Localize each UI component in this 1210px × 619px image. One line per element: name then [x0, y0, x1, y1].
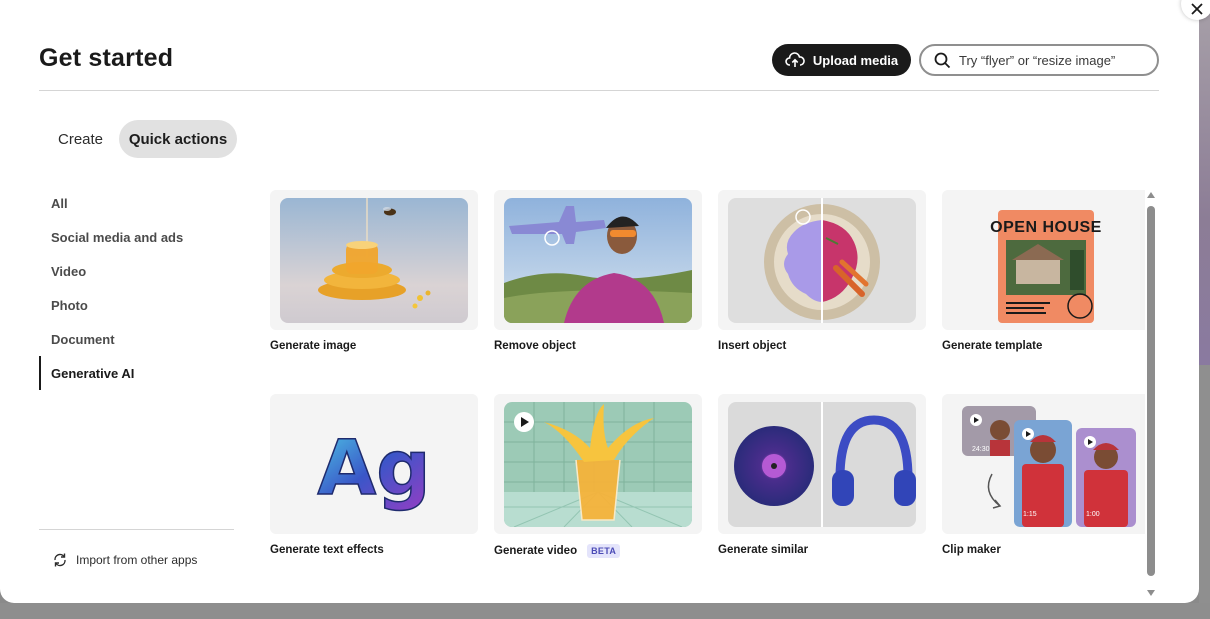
- card-label: Remove object: [494, 340, 576, 352]
- open-house-poster-image: OPEN HOUSE: [952, 198, 1140, 323]
- search-input[interactable]: [959, 52, 1139, 68]
- tab-quick-actions[interactable]: Quick actions: [119, 120, 237, 158]
- background-strip: [1199, 365, 1210, 619]
- card-label: Generate video: [494, 545, 578, 557]
- honey-jar-image: [280, 198, 468, 323]
- search-field[interactable]: [919, 44, 1159, 76]
- card-label: Generate template: [942, 340, 1043, 352]
- card-thumbnail: [718, 394, 926, 534]
- juice-splash-image: [504, 402, 692, 527]
- card-generate-template[interactable]: OPEN HOUSE Generate template: [942, 190, 1145, 352]
- poster-title-text: OPEN HOUSE: [990, 219, 1102, 236]
- cloud-upload-icon: [785, 52, 805, 67]
- text-effect-sample: Ag: [317, 423, 430, 512]
- card-thumbnail: [494, 190, 702, 330]
- card-label: Generate similar: [718, 544, 809, 556]
- get-started-dialog: Get started Upload media Create Quick ac…: [0, 0, 1199, 603]
- card-generate-image[interactable]: Generate image: [270, 190, 478, 352]
- sidebar-item-photo[interactable]: Photo: [39, 288, 234, 322]
- card-generate-video[interactable]: Generate video BETA: [494, 394, 702, 558]
- page-title: Get started: [39, 44, 174, 72]
- background-strip: [0, 603, 1210, 619]
- tab-create[interactable]: Create: [44, 120, 117, 158]
- close-icon: [1191, 3, 1203, 15]
- sidebar-item-document[interactable]: Document: [39, 322, 234, 356]
- sidebar-item-social-media[interactable]: Social media and ads: [39, 220, 234, 254]
- card-thumbnail: [718, 190, 926, 330]
- sidebar-item-video[interactable]: Video: [39, 254, 234, 288]
- food-plate-image: [728, 198, 916, 323]
- beta-badge: BETA: [587, 544, 621, 558]
- card-insert-object[interactable]: Insert object: [718, 190, 926, 352]
- header-divider: [39, 90, 1159, 91]
- card-label: Generate image: [270, 340, 357, 352]
- upload-media-label: Upload media: [812, 52, 899, 68]
- card-clip-maker[interactable]: 24:30 1:15 1:00 Clip maker: [942, 394, 1145, 556]
- sidebar-item-all[interactable]: All: [39, 186, 234, 220]
- scroll-down-arrow-icon[interactable]: [1146, 588, 1156, 598]
- card-label: Insert object: [718, 340, 787, 352]
- clip-duration-2: 1:15: [1023, 511, 1037, 518]
- sidebar-item-generative-ai[interactable]: Generative AI: [39, 356, 234, 390]
- import-from-other-apps-link[interactable]: Import from other apps: [52, 552, 197, 568]
- clip-duration-1: 24:30: [972, 446, 990, 453]
- video-clips-image: 24:30 1:15 1:00: [952, 402, 1140, 527]
- scroll-up-arrow-icon[interactable]: [1146, 190, 1156, 200]
- scrollbar-thumb[interactable]: [1147, 206, 1155, 576]
- card-thumbnail: OPEN HOUSE: [942, 190, 1145, 330]
- text-effects-image: Ag: [280, 402, 468, 527]
- upload-media-button[interactable]: Upload media: [772, 44, 911, 76]
- search-icon: [934, 52, 951, 68]
- import-sync-icon: [54, 553, 66, 567]
- card-thumbnail: [270, 190, 478, 330]
- card-generate-similar[interactable]: Generate similar: [718, 394, 926, 556]
- cyclist-image: [504, 198, 692, 323]
- background-strip: [1199, 0, 1210, 365]
- import-label: Import from other apps: [76, 553, 198, 567]
- sidebar-divider: [39, 529, 234, 530]
- card-label: Generate text effects: [270, 544, 384, 556]
- card-thumbnail: [494, 394, 702, 534]
- card-remove-object[interactable]: Remove object: [494, 190, 702, 352]
- card-label: Clip maker: [942, 544, 1001, 556]
- quick-actions-grid: Generate image Remove object Insert obje…: [270, 190, 1145, 600]
- card-thumbnail: Ag: [270, 394, 478, 534]
- grid-scrollbar[interactable]: [1144, 190, 1158, 600]
- vinyl-headphones-image: [728, 402, 916, 527]
- clip-duration-3: 1:00: [1086, 511, 1100, 518]
- card-thumbnail: 24:30 1:15 1:00: [942, 394, 1145, 534]
- card-generate-text-effects[interactable]: Ag Generate text effects: [270, 394, 478, 556]
- category-sidebar: All Social media and ads Video Photo Doc…: [39, 186, 234, 390]
